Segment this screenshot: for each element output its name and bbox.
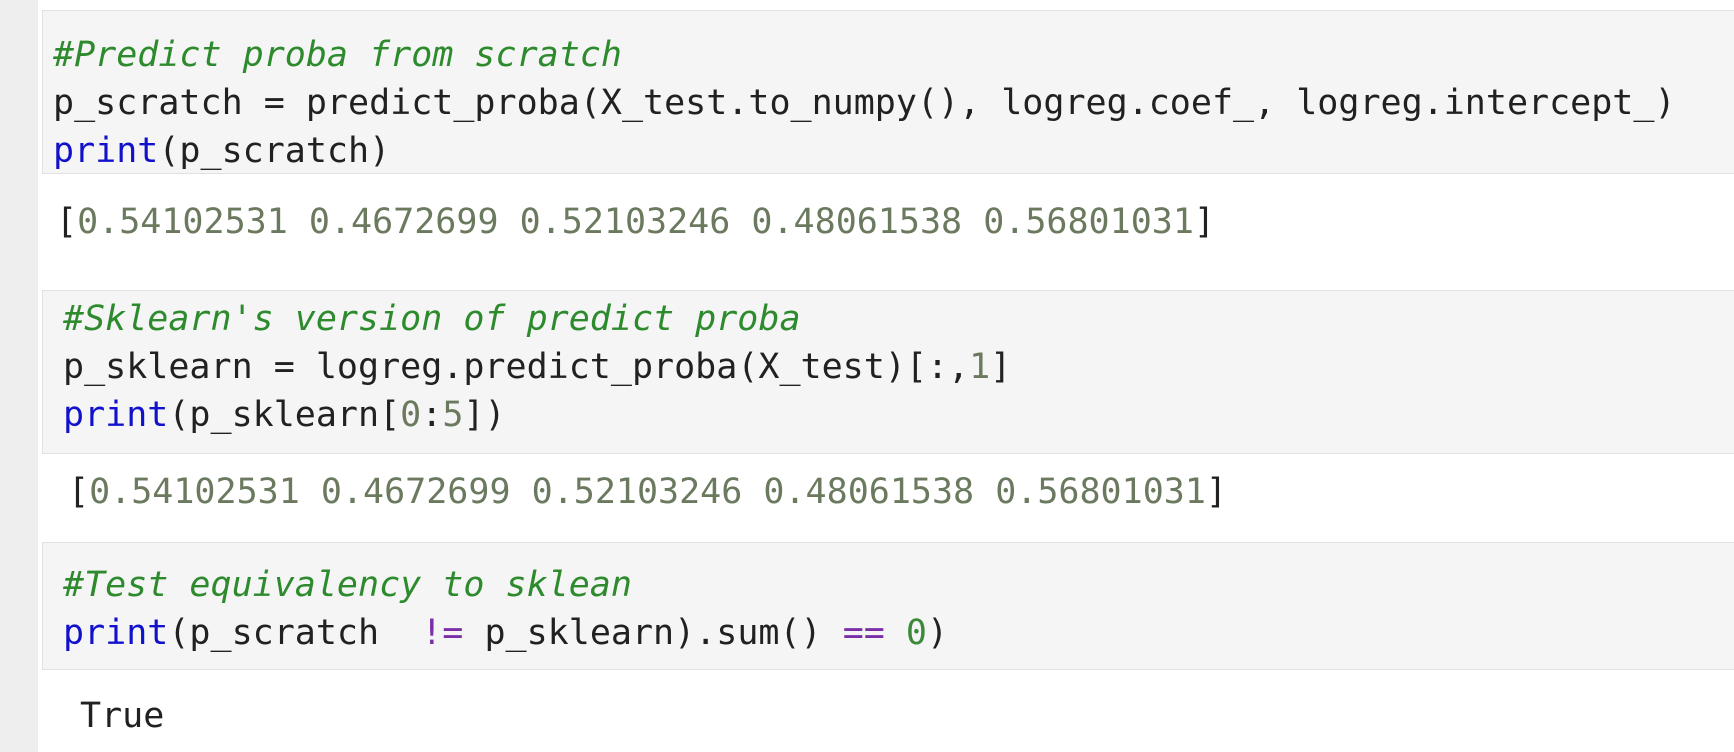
code-cell-2[interactable]: #Sklearn's version of predict proba p_sk… bbox=[42, 290, 1734, 454]
notebook-left-gutter bbox=[0, 0, 38, 752]
code-line: p_scratch = predict_proba(X_test.to_nump… bbox=[53, 83, 1676, 123]
code-line: print(p_scratch) bbox=[53, 127, 390, 175]
output-value: 0.48061538 bbox=[763, 472, 975, 512]
output-value: 0.56801031 bbox=[983, 202, 1194, 242]
code-comment: #Predict proba from scratch bbox=[53, 35, 622, 75]
code-number: 0 bbox=[400, 395, 422, 435]
code-comment: #Sklearn's version of predict proba bbox=[63, 299, 801, 339]
output-value: 0.56801031 bbox=[995, 472, 1206, 512]
print-keyword: print bbox=[53, 131, 159, 171]
output-value: 0.52103246 bbox=[531, 472, 743, 512]
output-value: 0.4672699 bbox=[308, 202, 499, 242]
output-value: 0.48061538 bbox=[751, 202, 963, 242]
code-text: ]) bbox=[463, 395, 506, 435]
code-text: (p_scratch bbox=[168, 613, 422, 653]
output-value: 0.4672699 bbox=[320, 472, 511, 512]
output-value: 0.54102531 bbox=[77, 202, 288, 242]
code-line: print(p_scratch != p_sklearn).sum() == 0… bbox=[63, 609, 948, 657]
code-cell-3[interactable]: #Test equivalency to sklean print(p_scra… bbox=[42, 542, 1734, 670]
code-operator: == bbox=[842, 613, 885, 653]
code-text: : bbox=[421, 395, 443, 435]
code-text: (p_sklearn[ bbox=[168, 395, 401, 435]
cell-output-3: True bbox=[80, 696, 165, 736]
output-value: 0.52103246 bbox=[519, 202, 731, 242]
code-number: 1 bbox=[969, 347, 991, 387]
code-line: print(p_sklearn[0:5]) bbox=[63, 391, 506, 439]
cell-output-2: [0.54102531 0.4672699 0.52103246 0.48061… bbox=[68, 468, 1227, 516]
code-text: (p_scratch) bbox=[158, 131, 391, 171]
code-number: 0 bbox=[905, 613, 927, 653]
code-cell-1[interactable]: #Predict proba from scratch p_scratch = … bbox=[42, 10, 1734, 174]
code-number: 5 bbox=[442, 395, 464, 435]
code-text: p_sklearn).sum() bbox=[463, 613, 843, 653]
output-bracket: ] bbox=[1193, 202, 1215, 242]
code-operator: != bbox=[421, 613, 464, 653]
print-keyword: print bbox=[63, 395, 169, 435]
code-line: p_sklearn = logreg.predict_proba(X_test)… bbox=[63, 343, 1011, 391]
code-comment: #Test equivalency to sklean bbox=[63, 565, 632, 605]
output-value: 0.54102531 bbox=[89, 472, 300, 512]
output-bracket: [ bbox=[68, 472, 90, 512]
output-bracket: [ bbox=[56, 202, 78, 242]
print-keyword: print bbox=[63, 613, 169, 653]
output-bracket: ] bbox=[1205, 472, 1227, 512]
code-text: p_sklearn = logreg.predict_proba(X_test)… bbox=[63, 347, 970, 387]
code-text: ] bbox=[990, 347, 1012, 387]
code-text: ) bbox=[927, 613, 949, 653]
cell-output-1: [0.54102531 0.4672699 0.52103246 0.48061… bbox=[56, 198, 1215, 246]
